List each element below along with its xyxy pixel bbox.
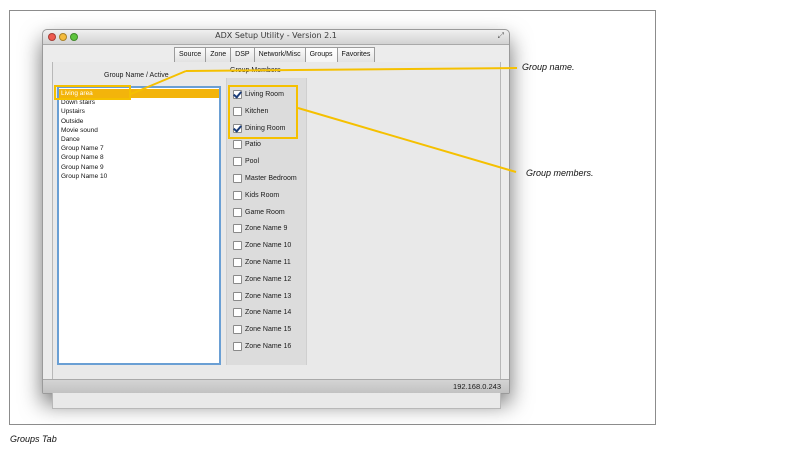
figure-caption: Groups Tab [10,434,57,444]
callout-lines [130,67,518,173]
group-name-leader [185,67,518,72]
group-name-leader-diagonal [130,70,187,95]
group-name-callout: Group name. [522,62,575,72]
group-members-leader [297,107,517,173]
group-members-callout: Group members. [526,168,594,178]
